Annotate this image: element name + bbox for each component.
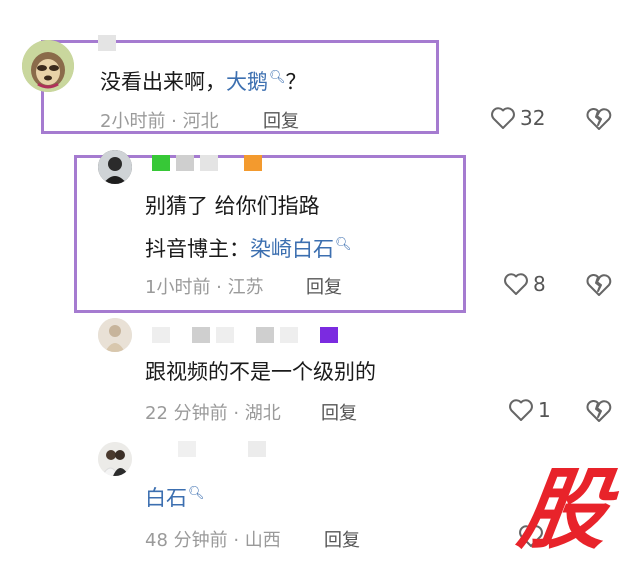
like-button[interactable]: 32 [490,106,545,130]
username-redacted[interactable] [152,326,338,344]
comment-text-line2: 抖音博主：染崎白石🔍︎ [145,231,352,263]
like-button[interactable]: 1 [508,398,551,422]
avatar[interactable] [98,318,132,352]
username-redacted[interactable] [98,34,116,52]
heart-outline-icon [509,399,533,421]
keyword-link[interactable]: 白石 [145,486,187,510]
keyword-link[interactable]: 染崎白石 [250,237,334,261]
reply-button[interactable]: 回复 [321,399,357,425]
avatar[interactable] [98,442,132,476]
heart-outline-icon [504,273,528,295]
dislike-button[interactable] [585,106,613,136]
comment-text: 白石🔍︎ [145,480,205,512]
dislike-button[interactable] [585,272,613,302]
avatar[interactable] [98,150,132,184]
comment-text-line1: 别猜了 给你们指路 [145,194,320,218]
person-avatar-icon [98,318,132,352]
comment-text-body: 没看出来啊， [100,70,226,94]
person-avatar-icon [98,150,132,184]
reply-button[interactable]: 回复 [263,107,299,133]
comment-prefix: 抖音博主： [145,237,250,261]
like-button[interactable]: 8 [503,272,546,296]
comment-text-suffix: ？ [285,70,307,94]
username-redacted[interactable] [152,154,262,172]
comment-meta: 2小时前 · 河北 [100,111,219,132]
broken-heart-icon [586,274,612,296]
comment-text: 跟视频的不是一个级别的 [145,360,376,384]
search-small-icon: 🔍︎ [335,237,352,252]
broken-heart-icon [586,108,612,130]
username-redacted[interactable] [152,440,266,458]
comment-meta: 1小时前 · 江苏 [145,277,264,298]
heart-outline-icon [491,107,515,129]
broken-heart-icon [586,400,612,422]
search-small-icon: 🔍︎ [188,486,205,501]
like-count: 8 [533,272,546,296]
avatar[interactable] [22,40,74,92]
person-avatar-icon [98,442,132,476]
reply-button[interactable]: 回复 [324,526,360,552]
search-small-icon: 🔍︎ [269,70,286,85]
comment-meta: 22 分钟前 · 湖北 [145,403,281,424]
sloth-avatar-icon [22,40,74,92]
like-count: 1 [538,398,551,422]
comment-meta: 48 分钟前 · 山西 [145,530,281,551]
reply-button[interactable]: 回复 [306,273,342,299]
like-count: 32 [520,106,546,130]
keyword-link[interactable]: 大鹅 [226,70,268,94]
dislike-button[interactable] [585,398,613,428]
watermark-logo: 股 [512,458,616,561]
comment-text: 没看出来啊，大鹅🔍︎？ [100,64,307,96]
